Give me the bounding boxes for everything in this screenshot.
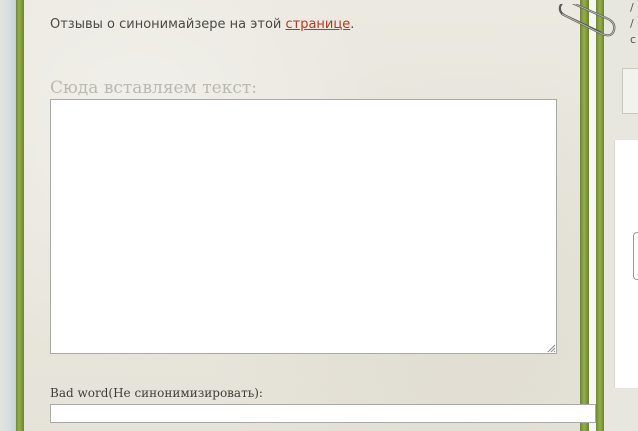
- right-frame-bar: [580, 0, 589, 431]
- sidebar-frame-bar: [596, 0, 604, 431]
- reviews-text: Отзывы о синонимайзере на этой: [50, 17, 286, 32]
- left-edge: [0, 0, 16, 431]
- sidebar-char: c: [630, 33, 637, 46]
- input-text-label: Сюда вставляем текст:: [50, 78, 257, 98]
- reviews-link[interactable]: страницe: [285, 17, 350, 32]
- bad-words-label: Bad word(Не синонимизировать):: [50, 386, 263, 400]
- input-textarea[interactable]: [50, 99, 557, 354]
- bad-words-input[interactable]: [50, 404, 596, 423]
- left-frame-bar: [16, 0, 24, 431]
- sidebar-char: /: [630, 1, 634, 14]
- page: / / c Отзывы о синонимайзере на этой стр…: [0, 0, 638, 431]
- paperclip-icon: [558, 4, 616, 37]
- sidebar-text: / / c: [630, 0, 636, 48]
- sidebar-tab: [622, 68, 638, 114]
- sidebar-char: /: [630, 17, 634, 30]
- resize-grip-icon[interactable]: [546, 343, 556, 353]
- reviews-period: .: [350, 17, 355, 32]
- sidebar-handle: [633, 232, 638, 280]
- reviews-notice: Отзывы о синонимайзере на этой страницe.: [50, 17, 354, 32]
- frame-gap: [589, 0, 596, 431]
